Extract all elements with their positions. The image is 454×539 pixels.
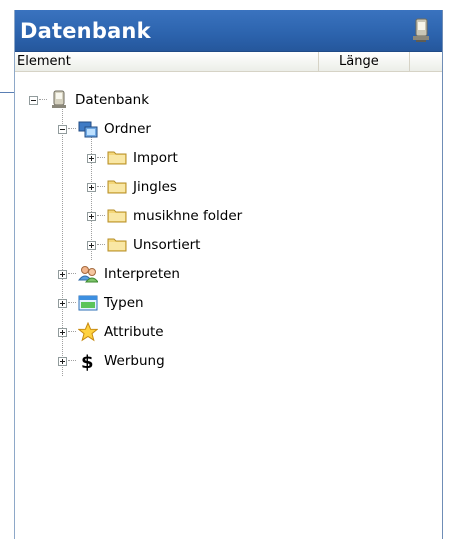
tree-connector bbox=[68, 273, 76, 275]
star-icon bbox=[77, 321, 99, 342]
leader-line bbox=[0, 92, 14, 93]
tree-item-interpreten[interactable]: Interpreten bbox=[58, 262, 180, 286]
computer-icon bbox=[49, 90, 69, 110]
folder-icon bbox=[107, 235, 127, 255]
expand-icon[interactable] bbox=[87, 240, 96, 250]
tree-item-musikhne-folder[interactable]: musikhne folder bbox=[87, 204, 242, 228]
tree-connector bbox=[68, 302, 76, 304]
tree-item-datenbank[interactable]: Datenbank bbox=[29, 88, 149, 112]
tree-connector bbox=[97, 186, 105, 188]
folder-icon bbox=[107, 148, 127, 168]
tree-connector bbox=[39, 99, 47, 101]
column-element-header[interactable]: Element bbox=[15, 52, 319, 71]
tree-item-label: Werbung bbox=[104, 353, 165, 369]
tree-item-jingles[interactable]: Jingles bbox=[87, 175, 177, 199]
tree-connector bbox=[97, 244, 105, 246]
tree-connector bbox=[97, 215, 105, 217]
tree-item-unsortiert[interactable]: Unsortiert bbox=[87, 233, 200, 257]
expand-icon[interactable] bbox=[58, 356, 67, 366]
expand-icon[interactable] bbox=[87, 153, 96, 163]
tree-connector bbox=[68, 331, 76, 333]
column-header: Element Länge bbox=[15, 52, 442, 72]
tree-item-attribute[interactable]: Attribute bbox=[58, 320, 164, 344]
expand-icon[interactable] bbox=[58, 298, 67, 308]
tree-item-label: Typen bbox=[104, 295, 144, 311]
tree-item-label: Interpreten bbox=[104, 266, 180, 282]
tree-item-label: Import bbox=[133, 150, 178, 166]
collapse-icon[interactable] bbox=[29, 95, 38, 105]
expand-icon[interactable] bbox=[87, 182, 96, 192]
tree-item-label: musikhne folder bbox=[133, 208, 243, 224]
people-icon bbox=[77, 264, 100, 284]
tree-connector bbox=[68, 360, 76, 362]
folder-tree-icon bbox=[78, 119, 98, 139]
tree-item-label: Attribute bbox=[104, 324, 164, 340]
folder-icon bbox=[107, 177, 127, 197]
window-icon bbox=[78, 293, 98, 313]
collapse-icon[interactable] bbox=[58, 124, 67, 134]
dollar-icon: $ bbox=[78, 351, 98, 373]
panel-title: Datenbank bbox=[20, 18, 151, 43]
folder-icon bbox=[107, 206, 127, 226]
tree-item-label: Unsortiert bbox=[133, 237, 201, 253]
database-panel: Datenbank Element Länge Datenbank Ordner… bbox=[14, 10, 443, 539]
tree-item-typen[interactable]: Typen bbox=[58, 291, 144, 315]
tree-item-label: Datenbank bbox=[75, 92, 150, 108]
panel-titlebar: Datenbank bbox=[15, 10, 442, 52]
tree-item-label: Ordner bbox=[104, 121, 151, 137]
computer-icon[interactable] bbox=[410, 18, 432, 44]
tree-item-werbung[interactable]: $ Werbung bbox=[58, 349, 165, 373]
expand-icon[interactable] bbox=[58, 327, 67, 337]
tree-item-import[interactable]: Import bbox=[87, 146, 178, 170]
tree-item-ordner[interactable]: Ordner bbox=[58, 117, 151, 141]
expand-icon[interactable] bbox=[58, 269, 67, 279]
column-length-header[interactable]: Länge bbox=[320, 52, 410, 71]
tree-item-label: Jingles bbox=[133, 179, 177, 195]
tree-connector bbox=[97, 157, 105, 159]
tree-connector bbox=[68, 128, 76, 130]
svg-text:$: $ bbox=[81, 352, 94, 371]
expand-icon[interactable] bbox=[87, 211, 96, 221]
